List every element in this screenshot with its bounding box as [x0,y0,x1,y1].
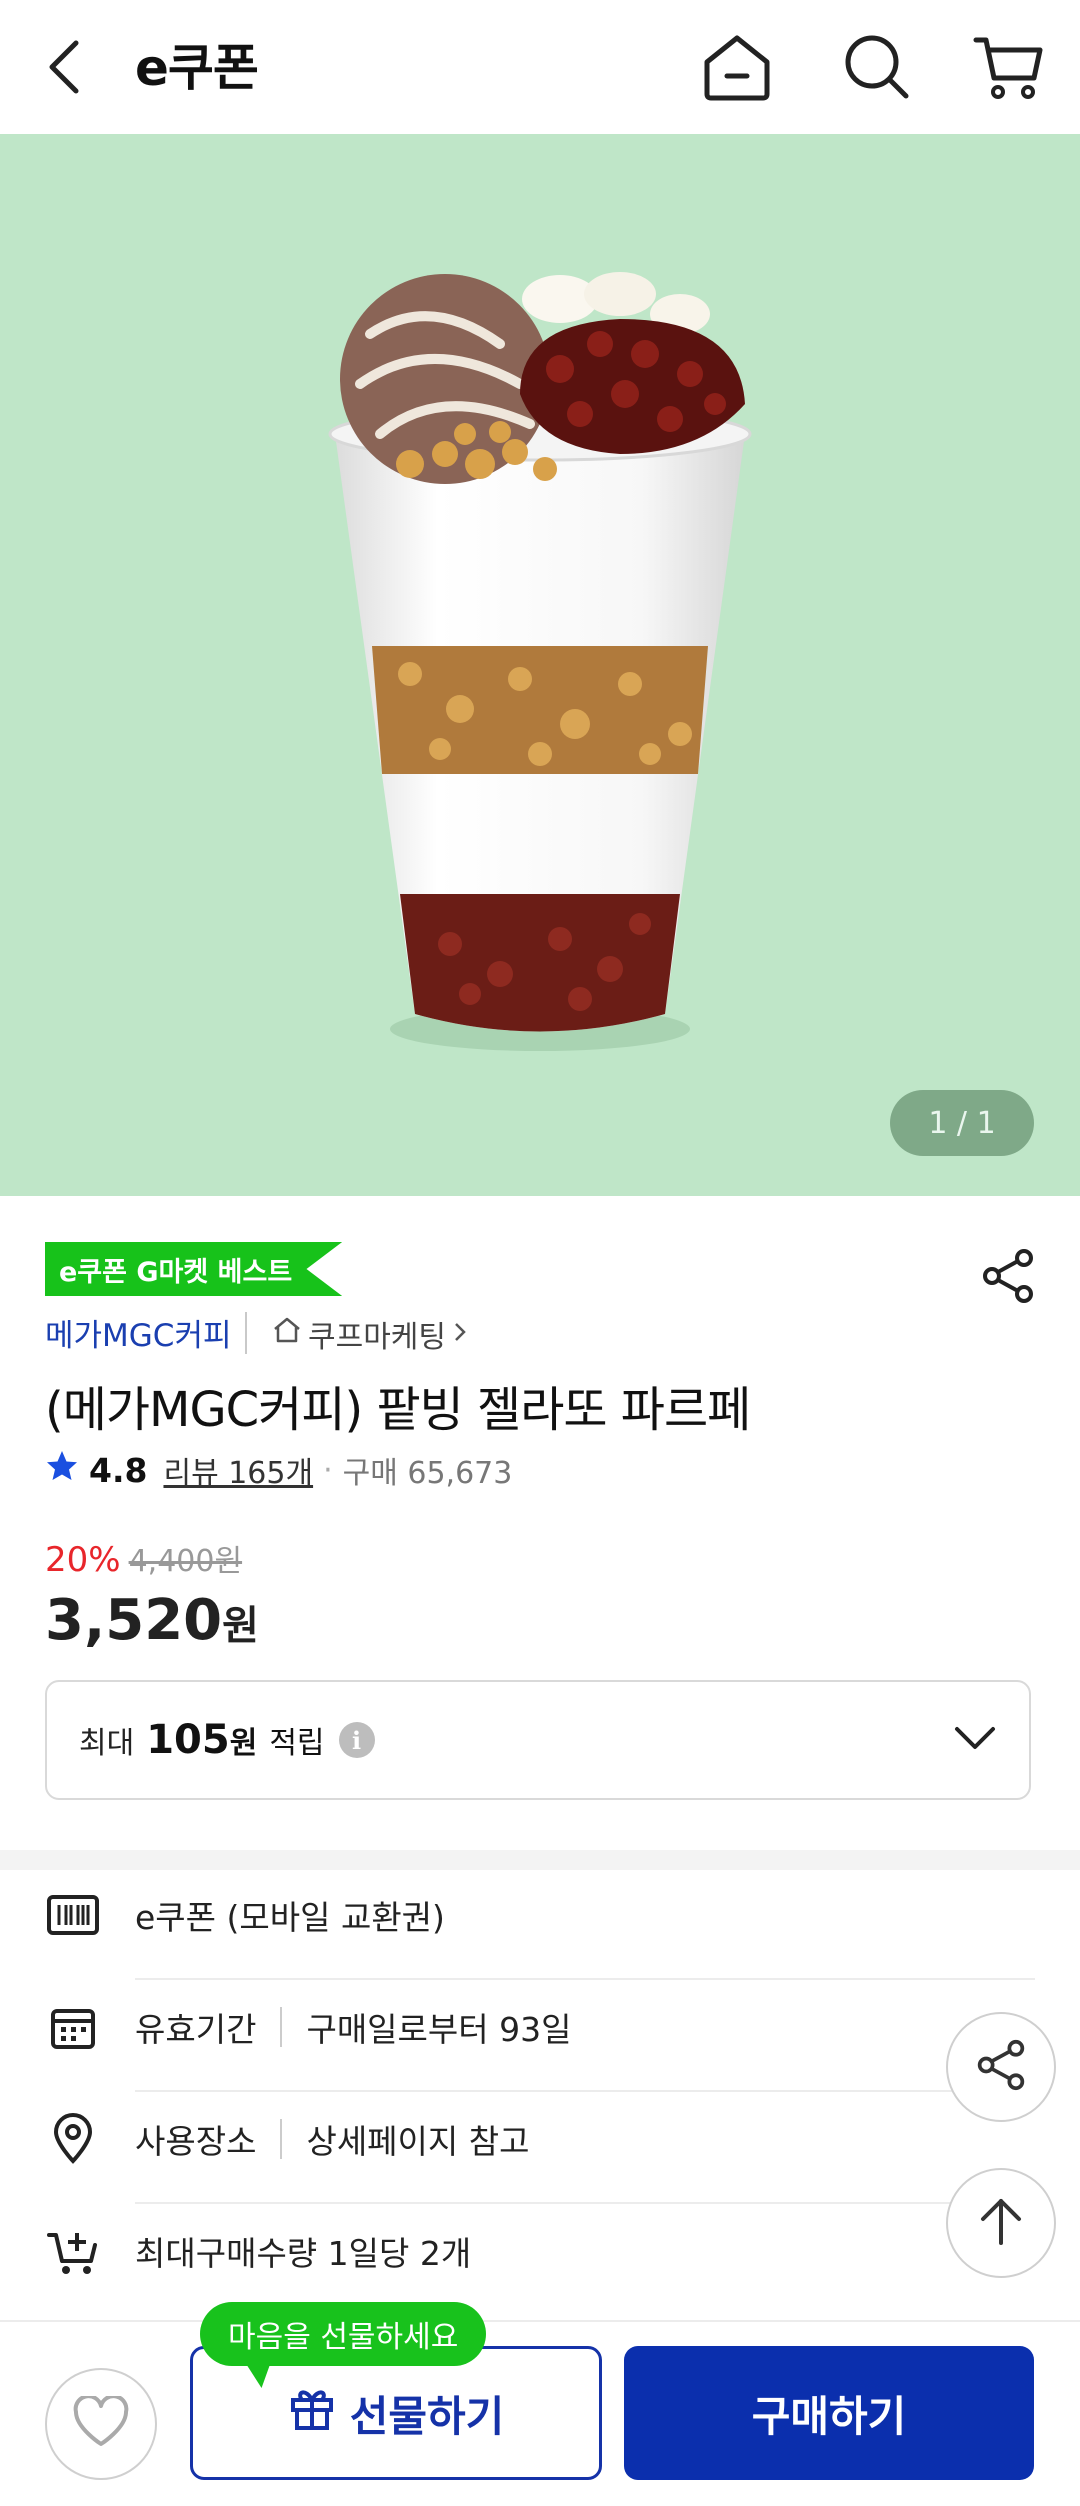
store-name: 쿠프마케팅 [308,1320,446,1355]
wishlist-button[interactable] [45,2368,157,2480]
gift-label: 선물하기 [349,2391,505,2441]
divider [280,2007,283,2047]
divider [280,2119,283,2159]
calendar-icon [45,1999,101,2055]
price-unit: 원 [222,1603,259,1649]
points-unit: 원 [229,1726,258,1761]
points-suffix: 적립 [269,1726,325,1761]
cart-plus-icon [45,2223,101,2279]
top-app-bar: e쿠폰 [0,0,1080,136]
points-dropdown[interactable]: 최대 105 원 적립 i [45,1680,1031,1800]
info-value: 구매일로부터 93일 [306,2010,572,2049]
purchase-count: 구매 65,673 [342,1456,513,1491]
info-row-location: 사용장소 상세페이지 참고 [45,2084,1035,2194]
dot-separator: · [323,1452,333,1488]
star-icon [45,1449,79,1491]
barcode-icon [45,1887,101,1943]
product-title: (메가MGC커피) 팥빙 젤라또 파르페 [45,1382,751,1438]
back-arrow-icon[interactable] [34,32,94,102]
info-label: 유효기간 [135,2010,257,2049]
floating-share-button[interactable] [946,2012,1056,2122]
review-link[interactable]: 리뷰 165개 [163,1448,313,1492]
share-icon[interactable] [980,1248,1036,1304]
gift-icon [288,2384,336,2442]
cart-icon[interactable] [970,30,1046,106]
product-image[interactable] [0,134,1080,1196]
share-icon [975,2039,1027,2095]
divider [245,1312,247,1354]
heart-icon [72,2394,130,2452]
chevron-right-icon [452,1317,468,1352]
store-home-icon [272,1315,302,1353]
best-badge: e쿠폰 G마켓 베스트 [45,1242,343,1296]
rating-value: 4.8 [89,1450,148,1490]
brand-link[interactable]: 메가MGC커피 [45,1310,232,1355]
points-amount: 105 [146,1717,230,1763]
rating-row: 4.8 리뷰 165개 · 구매 65,673 [45,1448,512,1492]
image-pager-indicator: 1 / 1 [890,1090,1034,1156]
search-icon[interactable] [840,30,914,104]
scroll-to-top-button[interactable] [946,2168,1056,2278]
chevron-down-icon [953,1723,997,1757]
price-value: 3,520 [45,1588,223,1653]
location-pin-icon [45,2111,101,2167]
page-title: e쿠폰 [135,39,259,97]
points-prefix: 최대 [79,1726,135,1761]
discount-row: 20% 4,400원 [45,1536,242,1580]
info-row-purchase-limit: 최대구매수량 1일당 2개 [45,2196,1035,2306]
info-value: 상세페이지 참고 [306,2122,530,2161]
buy-button[interactable]: 구매하기 [624,2346,1034,2480]
info-label: e쿠폰 (모바일 교환권) [135,1898,445,1937]
gift-tooltip: 마음을 선물하세요 [200,2302,487,2366]
arrow-up-icon [977,2195,1025,2251]
home-icon[interactable] [700,30,774,104]
info-row-validity: 유효기간 구매일로부터 93일 [45,1972,1035,2082]
info-row-coupon-type: e쿠폰 (모바일 교환권) [45,1860,1035,1970]
discount-rate: 20% [45,1540,121,1580]
price: 3,520 원 [45,1588,259,1653]
info-icon[interactable]: i [338,1722,375,1758]
info-label: 사용장소 [135,2122,257,2161]
info-label: 최대구매수량 1일당 2개 [135,2234,472,2273]
parfait-illustration [328,272,752,1051]
original-price: 4,400원 [128,1544,243,1579]
store-link[interactable]: 쿠프마케팅 [272,1312,468,1356]
